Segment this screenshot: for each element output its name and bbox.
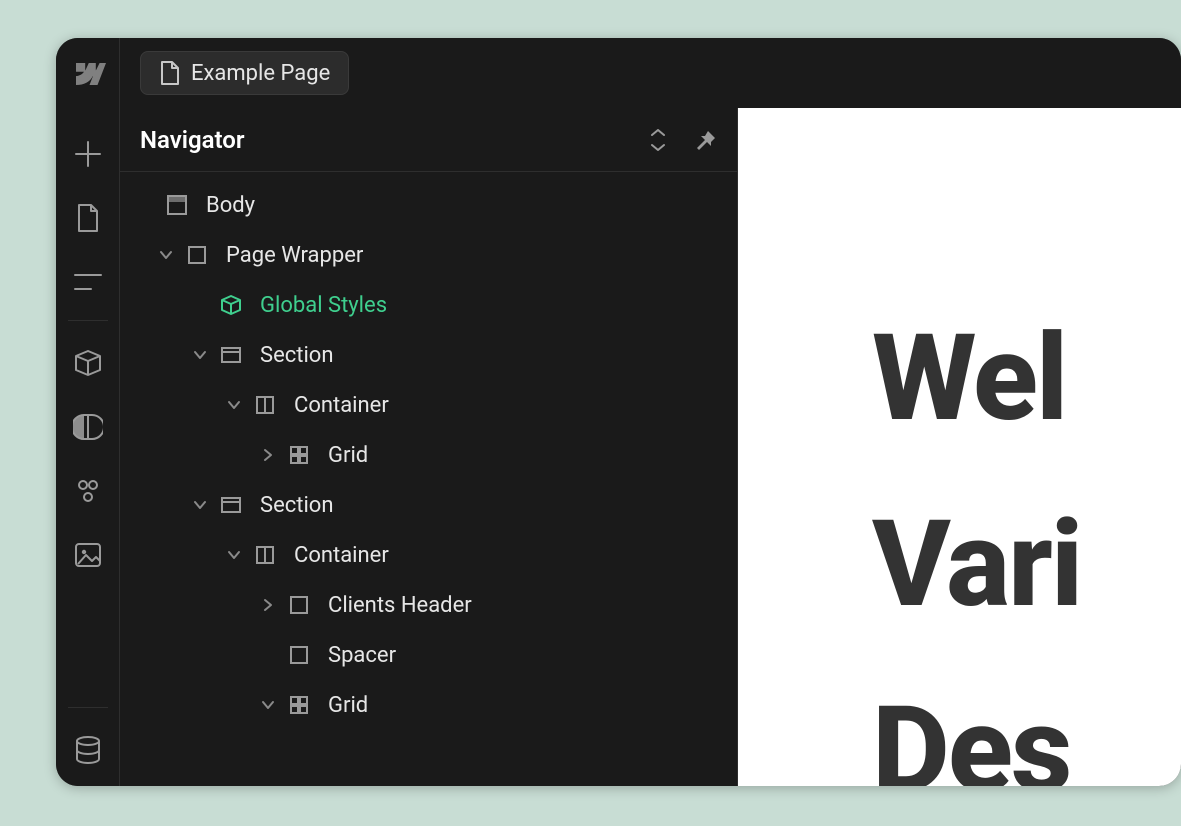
rail-variables[interactable] [56, 459, 120, 523]
div-block-icon [184, 242, 210, 268]
rail-separator-bottom [68, 707, 108, 708]
webflow-logo-icon [72, 63, 104, 83]
page-icon [76, 203, 100, 233]
styles-icon [73, 412, 103, 442]
grid-icon [286, 692, 312, 718]
tree-label: Section [260, 493, 334, 518]
main-area: Navigator [56, 108, 1181, 786]
tree-label: Spacer [328, 643, 396, 668]
page-icon [159, 61, 179, 85]
tree-label: Page Wrapper [226, 243, 363, 268]
chevron-right-icon[interactable] [256, 443, 280, 467]
rail-navigator[interactable] [56, 250, 120, 314]
rail-separator [68, 320, 108, 321]
tree-label: Clients Header [328, 593, 472, 618]
chevron-down-icon[interactable] [188, 493, 212, 517]
cms-icon [74, 735, 102, 765]
section-icon [218, 342, 244, 368]
section-icon [218, 492, 244, 518]
rail-pages[interactable] [56, 186, 120, 250]
app-window: Example Page [56, 38, 1181, 786]
page-selector-label: Example Page [191, 61, 330, 86]
chevron-down-icon[interactable] [222, 393, 246, 417]
body-icon [164, 192, 190, 218]
tree-label: Grid [328, 443, 368, 468]
tree-section[interactable]: Section [120, 330, 737, 380]
variables-icon [73, 476, 103, 506]
tree-label: Grid [328, 693, 368, 718]
navigator-header: Navigator [120, 108, 737, 172]
tree-container[interactable]: Container [120, 380, 737, 430]
rail-add[interactable] [56, 122, 120, 186]
rail-styles[interactable] [56, 395, 120, 459]
div-block-icon [286, 642, 312, 668]
rail-cms[interactable] [56, 718, 120, 782]
tree-label: Container [294, 393, 389, 418]
chevron-down-icon[interactable] [154, 243, 178, 267]
assets-icon [73, 541, 103, 569]
navigator-icon [73, 272, 103, 292]
tree-label: Global Styles [260, 293, 387, 318]
chevron-right-icon[interactable] [256, 593, 280, 617]
tree-spacer[interactable]: Spacer [120, 630, 737, 680]
tree-grid[interactable]: Grid [120, 680, 737, 730]
tree-grid[interactable]: Grid [120, 430, 737, 480]
tree-section[interactable]: Section [120, 480, 737, 530]
chevron-down-icon[interactable] [256, 693, 280, 717]
brand-logo[interactable] [56, 38, 120, 108]
component-icon [218, 292, 244, 318]
tree-clients-header[interactable]: Clients Header [120, 580, 737, 630]
left-rail [56, 108, 120, 786]
tree-container[interactable]: Container [120, 530, 737, 580]
page-selector[interactable]: Example Page [140, 51, 349, 95]
tree-label: Body [206, 193, 255, 218]
canvas-hero-text: Wel Vari Des [872, 286, 1081, 786]
element-tree: Body Page Wrapper [120, 172, 737, 786]
components-icon [73, 348, 103, 378]
tree-global-styles[interactable]: Global Styles [120, 280, 737, 330]
topbar: Example Page [56, 38, 1181, 108]
collapse-all-icon[interactable] [647, 129, 669, 151]
tree-label: Section [260, 343, 334, 368]
tree-body[interactable]: Body [120, 180, 737, 230]
rail-components[interactable] [56, 331, 120, 395]
rail-assets[interactable] [56, 523, 120, 587]
grid-icon [286, 442, 312, 468]
tree-label: Container [294, 543, 389, 568]
chevron-down-icon[interactable] [222, 543, 246, 567]
add-icon [73, 139, 103, 169]
navigator-panel: Navigator [120, 108, 738, 786]
container-icon [252, 392, 278, 418]
navigator-title: Navigator [140, 126, 244, 154]
pin-icon[interactable] [695, 129, 717, 151]
chevron-down-icon[interactable] [188, 343, 212, 367]
div-block-icon [286, 592, 312, 618]
design-canvas[interactable]: Wel Vari Des [738, 108, 1181, 786]
container-icon [252, 542, 278, 568]
tree-page-wrapper[interactable]: Page Wrapper [120, 230, 737, 280]
